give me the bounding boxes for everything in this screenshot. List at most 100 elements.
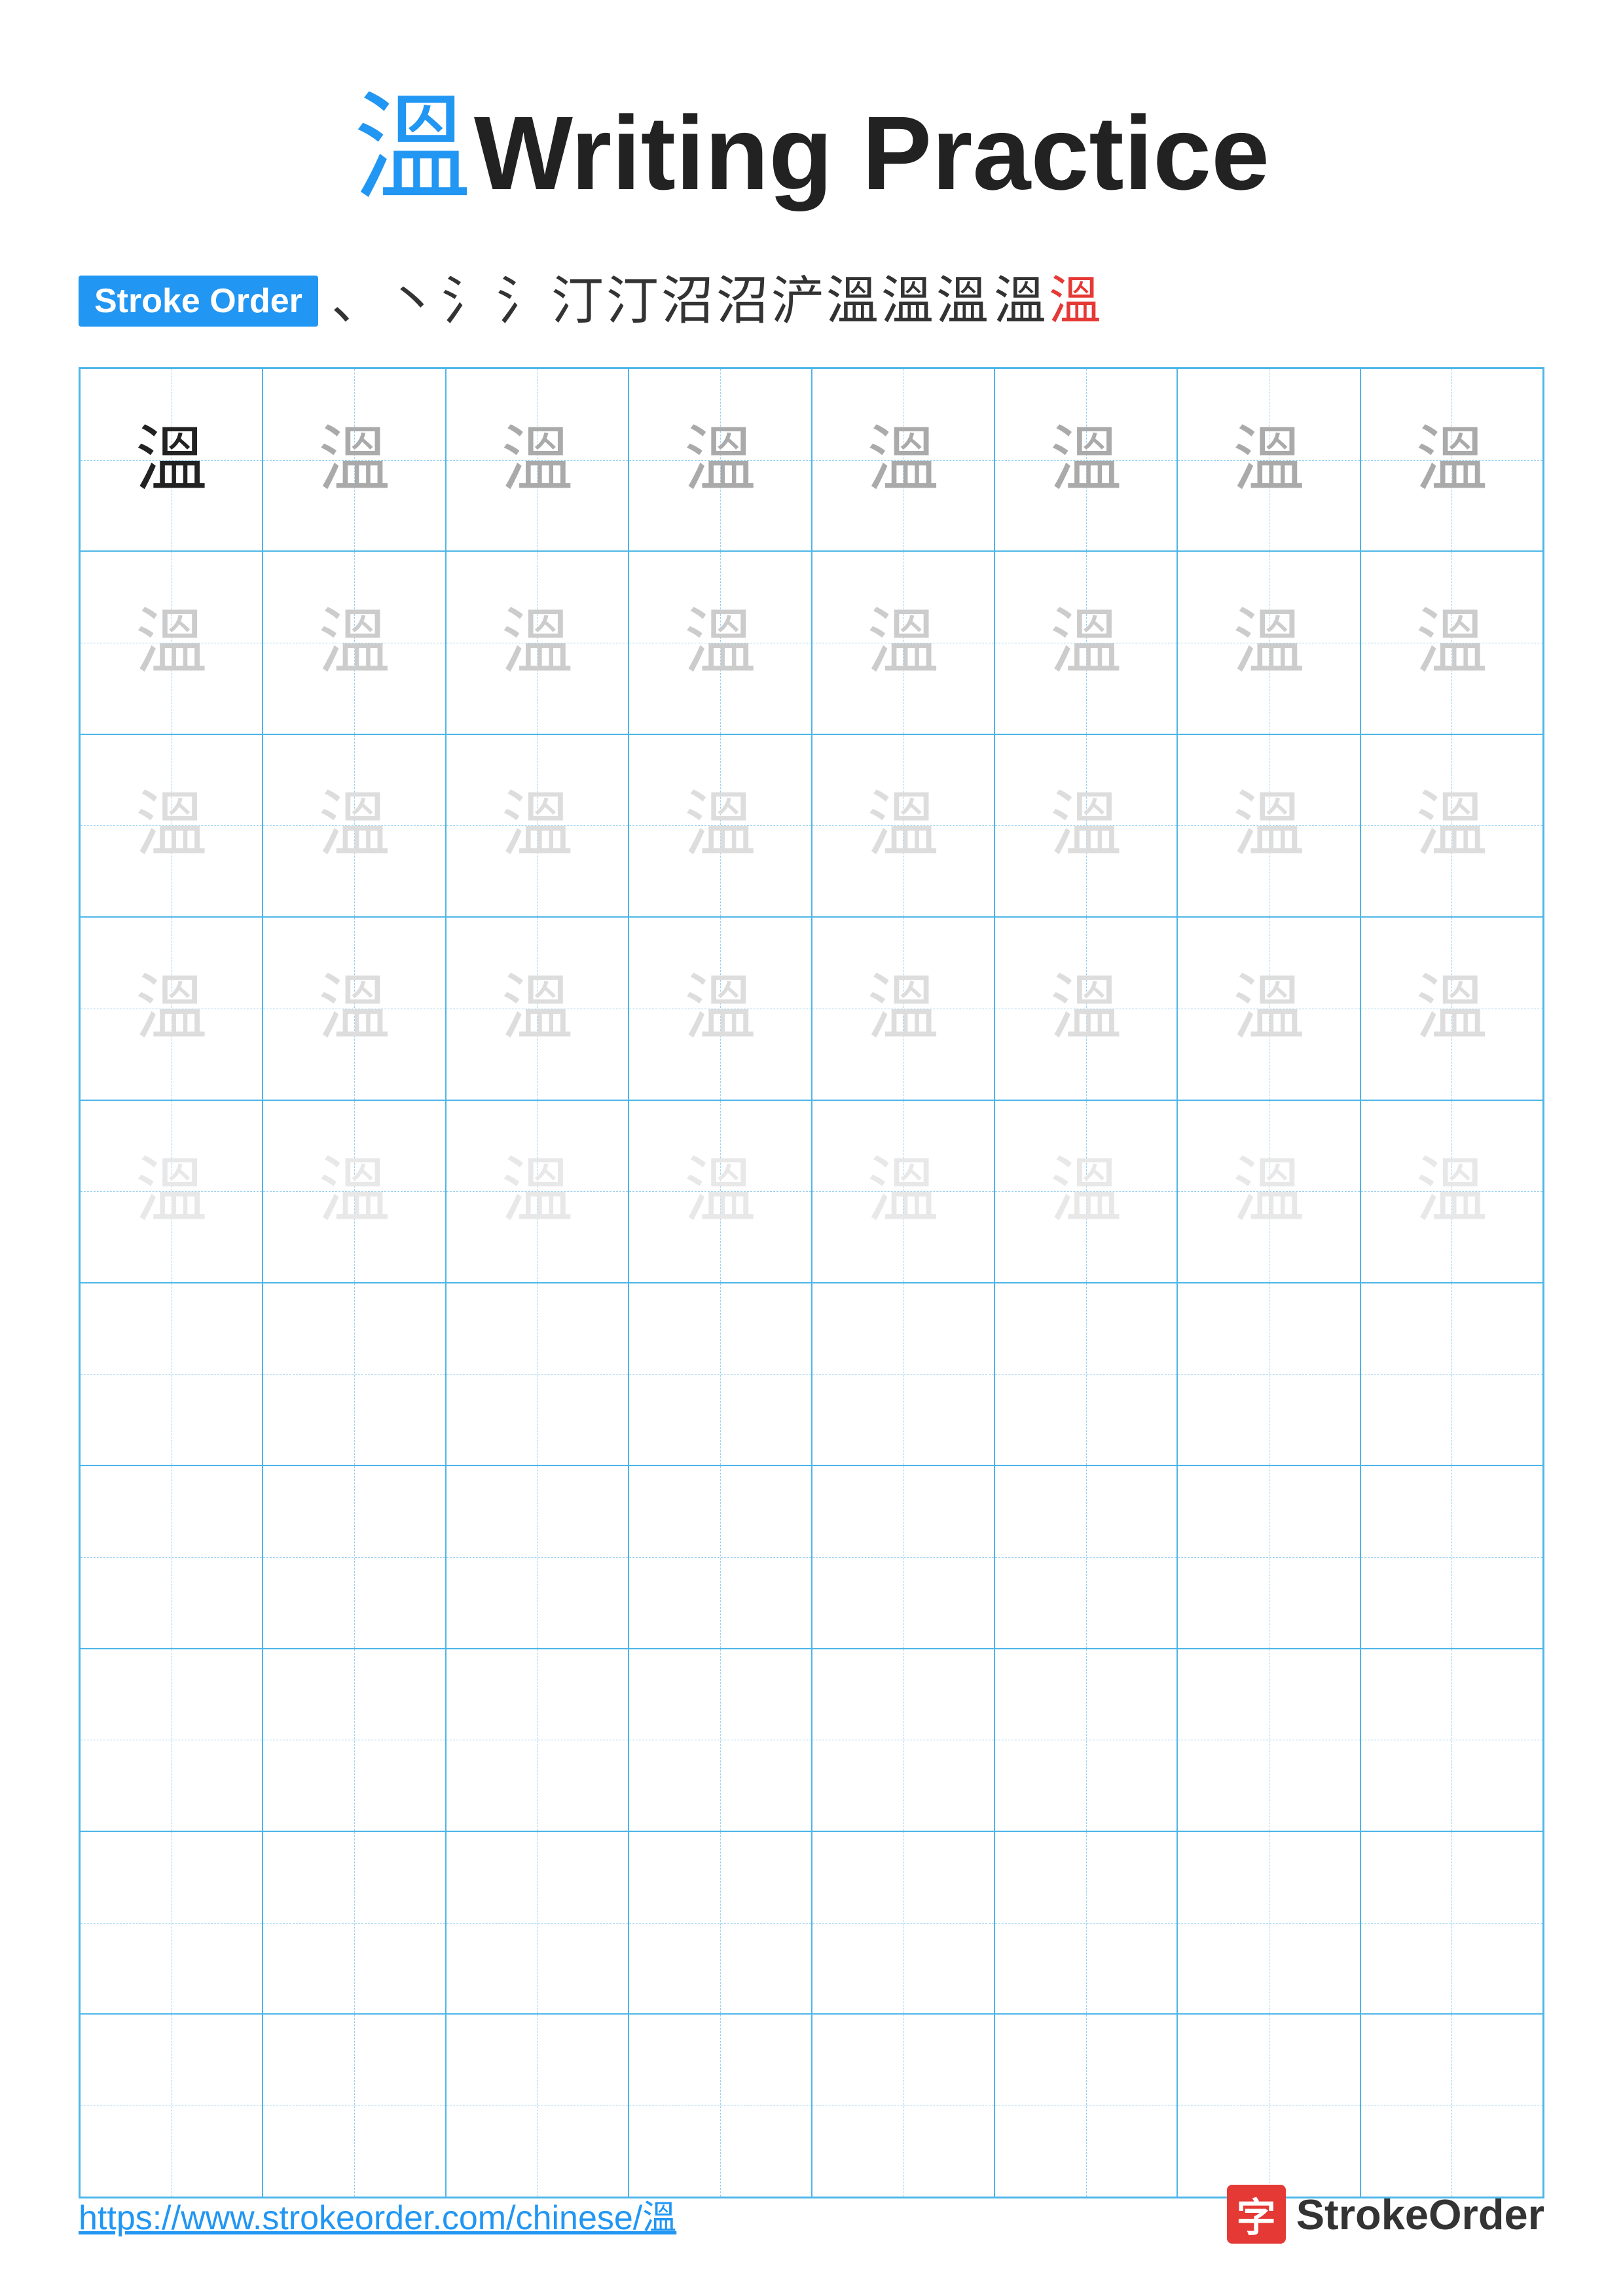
grid-cell[interactable]: 溫 bbox=[263, 1100, 445, 1283]
grid-cell[interactable]: 溫 bbox=[1360, 734, 1543, 917]
grid-cell[interactable]: 溫 bbox=[1177, 734, 1360, 917]
grid-cell[interactable]: 溫 bbox=[812, 368, 994, 551]
practice-char: 溫 bbox=[501, 973, 573, 1045]
stroke-order-section: Stroke Order 、 丶 氵 氵 汀 汀 沼 沼 浐 溫 溫 溫 溫 溫 bbox=[79, 276, 1544, 328]
grid-cell-empty[interactable] bbox=[1360, 2014, 1543, 2197]
footer-url[interactable]: https://www.strokeorder.com/chinese/溫 bbox=[79, 2190, 676, 2239]
grid-cell[interactable]: 溫 bbox=[629, 917, 811, 1100]
grid-cell-empty[interactable] bbox=[994, 1283, 1177, 1465]
footer: https://www.strokeorder.com/chinese/溫 字 … bbox=[79, 2185, 1544, 2244]
grid-cell-empty[interactable] bbox=[1360, 1465, 1543, 1648]
grid-cell-empty[interactable] bbox=[446, 1283, 629, 1465]
grid-cell[interactable]: 溫 bbox=[994, 1100, 1177, 1283]
grid-cell[interactable]: 溫 bbox=[80, 1100, 263, 1283]
grid-cell[interactable]: 溫 bbox=[629, 1100, 811, 1283]
grid-cell[interactable]: 溫 bbox=[1177, 551, 1360, 734]
grid-cell-empty[interactable] bbox=[446, 1831, 629, 2014]
grid-cell[interactable]: 溫 bbox=[1360, 551, 1543, 734]
grid-cell[interactable]: 溫 bbox=[629, 368, 811, 551]
stroke-13: 溫 bbox=[994, 276, 1046, 328]
grid-cell-empty[interactable] bbox=[1177, 1283, 1360, 1465]
grid-cell-empty[interactable] bbox=[994, 1831, 1177, 2014]
grid-cell[interactable]: 溫 bbox=[80, 551, 263, 734]
grid-cell-empty[interactable] bbox=[629, 1465, 811, 1648]
grid-cell-empty[interactable] bbox=[812, 1283, 994, 1465]
grid-cell-empty[interactable] bbox=[812, 2014, 994, 2197]
grid-cell-empty[interactable] bbox=[80, 1649, 263, 1831]
grid-cell[interactable]: 溫 bbox=[80, 917, 263, 1100]
grid-cell[interactable]: 溫 bbox=[994, 551, 1177, 734]
grid-cell-empty[interactable] bbox=[629, 1831, 811, 2014]
grid-cell[interactable]: 溫 bbox=[446, 1100, 629, 1283]
title-section: 溫 Writing Practice bbox=[79, 52, 1544, 223]
grid-cell-empty[interactable] bbox=[80, 2014, 263, 2197]
practice-char: 溫 bbox=[136, 424, 208, 496]
practice-char: 溫 bbox=[1233, 1155, 1305, 1227]
grid-cell-empty[interactable] bbox=[263, 1831, 445, 2014]
grid-cell[interactable]: 溫 bbox=[629, 551, 811, 734]
practice-char: 溫 bbox=[867, 424, 939, 496]
grid-cell[interactable]: 溫 bbox=[80, 734, 263, 917]
footer-logo: 字 StrokeOrder bbox=[1227, 2185, 1544, 2244]
grid-cell[interactable]: 溫 bbox=[80, 368, 263, 551]
stroke-8: 沼 bbox=[716, 276, 769, 328]
grid-cell-empty[interactable] bbox=[1360, 1649, 1543, 1831]
grid-cell-empty[interactable] bbox=[263, 1649, 445, 1831]
grid-cell-empty[interactable] bbox=[263, 1283, 445, 1465]
grid-cell-empty[interactable] bbox=[812, 1649, 994, 1831]
grid-cell-empty[interactable] bbox=[80, 1465, 263, 1648]
grid-cell-empty[interactable] bbox=[263, 2014, 445, 2197]
grid-cell[interactable]: 溫 bbox=[263, 368, 445, 551]
grid-cell-empty[interactable] bbox=[1177, 1465, 1360, 1648]
grid-cell-empty[interactable] bbox=[446, 2014, 629, 2197]
practice-char: 溫 bbox=[684, 973, 756, 1045]
grid-cell[interactable]: 溫 bbox=[812, 734, 994, 917]
grid-cell[interactable]: 溫 bbox=[1360, 917, 1543, 1100]
practice-grid: 溫 溫 溫 溫 溫 溫 溫 溫 溫 溫 溫 bbox=[79, 367, 1544, 2198]
grid-cell[interactable]: 溫 bbox=[1177, 1100, 1360, 1283]
grid-cell-empty[interactable] bbox=[446, 1465, 629, 1648]
grid-cell[interactable]: 溫 bbox=[263, 917, 445, 1100]
grid-cell[interactable]: 溫 bbox=[263, 734, 445, 917]
practice-char: 溫 bbox=[1415, 1155, 1487, 1227]
grid-cell[interactable]: 溫 bbox=[446, 551, 629, 734]
grid-cell-empty[interactable] bbox=[1360, 1283, 1543, 1465]
grid-cell[interactable]: 溫 bbox=[446, 368, 629, 551]
grid-cell-empty[interactable] bbox=[812, 1831, 994, 2014]
grid-cell-empty[interactable] bbox=[263, 1465, 445, 1648]
grid-cell-empty[interactable] bbox=[80, 1283, 263, 1465]
practice-char: 溫 bbox=[684, 789, 756, 861]
grid-cell-empty[interactable] bbox=[994, 1649, 1177, 1831]
grid-cell[interactable]: 溫 bbox=[629, 734, 811, 917]
grid-cell-empty[interactable] bbox=[80, 1831, 263, 2014]
practice-char: 溫 bbox=[867, 789, 939, 861]
grid-cell[interactable]: 溫 bbox=[994, 734, 1177, 917]
stroke-9: 浐 bbox=[771, 276, 824, 328]
grid-cell[interactable]: 溫 bbox=[1177, 917, 1360, 1100]
grid-cell-empty[interactable] bbox=[1177, 1649, 1360, 1831]
practice-char: 溫 bbox=[684, 1155, 756, 1227]
grid-cell-empty[interactable] bbox=[1360, 1831, 1543, 2014]
grid-cell-empty[interactable] bbox=[812, 1465, 994, 1648]
grid-cell[interactable]: 溫 bbox=[812, 551, 994, 734]
grid-cell[interactable]: 溫 bbox=[263, 551, 445, 734]
grid-cell[interactable]: 溫 bbox=[446, 917, 629, 1100]
grid-cell-empty[interactable] bbox=[1177, 2014, 1360, 2197]
grid-cell-empty[interactable] bbox=[1177, 1831, 1360, 2014]
grid-cell-empty[interactable] bbox=[629, 1649, 811, 1831]
grid-cell[interactable]: 溫 bbox=[446, 734, 629, 917]
grid-cell[interactable]: 溫 bbox=[994, 368, 1177, 551]
stroke-order-label: Stroke Order bbox=[79, 276, 318, 327]
grid-cell[interactable]: 溫 bbox=[994, 917, 1177, 1100]
grid-cell-empty[interactable] bbox=[994, 2014, 1177, 2197]
grid-cell-empty[interactable] bbox=[629, 2014, 811, 2197]
practice-char: 溫 bbox=[136, 789, 208, 861]
grid-cell[interactable]: 溫 bbox=[812, 917, 994, 1100]
grid-cell[interactable]: 溫 bbox=[1360, 1100, 1543, 1283]
grid-cell-empty[interactable] bbox=[994, 1465, 1177, 1648]
grid-cell[interactable]: 溫 bbox=[1177, 368, 1360, 551]
grid-cell-empty[interactable] bbox=[629, 1283, 811, 1465]
grid-cell[interactable]: 溫 bbox=[1360, 368, 1543, 551]
grid-cell[interactable]: 溫 bbox=[812, 1100, 994, 1283]
grid-cell-empty[interactable] bbox=[446, 1649, 629, 1831]
